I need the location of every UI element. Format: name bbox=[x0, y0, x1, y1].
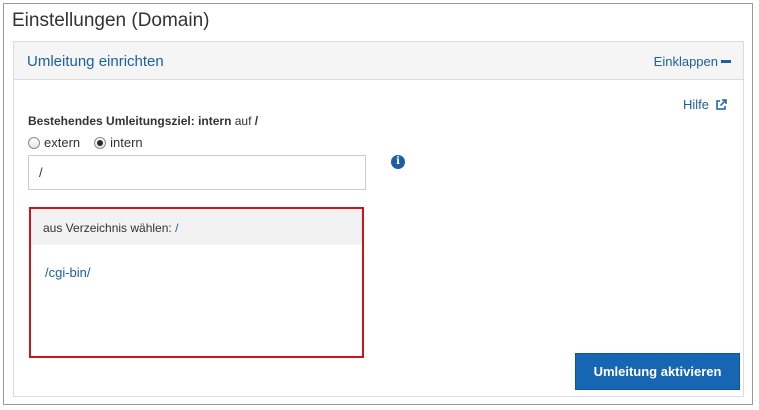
minus-icon bbox=[721, 60, 731, 63]
directory-picker-current-path[interactable]: / bbox=[175, 221, 178, 235]
radio-intern-label: intern bbox=[110, 135, 143, 150]
help-link[interactable]: Hilfe bbox=[683, 97, 727, 112]
existing-target-label: Bestehendes Umleitungsziel: intern auf / bbox=[28, 114, 258, 128]
redirect-path-input[interactable] bbox=[28, 155, 366, 190]
external-link-icon bbox=[716, 98, 727, 110]
existing-target-connector: auf bbox=[234, 114, 252, 128]
radio-extern-circle[interactable] bbox=[28, 136, 40, 149]
info-icon[interactable]: i bbox=[391, 155, 405, 169]
page-title: Einstellungen (Domain) bbox=[12, 10, 210, 31]
help-label: Hilfe bbox=[682, 97, 709, 112]
radio-extern-label: extern bbox=[44, 135, 81, 150]
directory-picker-label: aus Verzeichnis wählen: bbox=[43, 221, 172, 235]
radio-intern-circle[interactable] bbox=[94, 136, 107, 149]
existing-target-path: / bbox=[254, 114, 259, 128]
directory-item-cgi-bin[interactable]: /cgi-bin/ bbox=[45, 265, 91, 280]
panel-header: Umleitung einrichten Einklappen bbox=[14, 42, 743, 80]
panel-title: Umleitung einrichten bbox=[27, 53, 164, 70]
redirect-panel: Umleitung einrichten Einklappen Hilfe Be… bbox=[13, 41, 744, 397]
radio-extern[interactable]: extern bbox=[28, 135, 80, 150]
collapse-link[interactable]: Einklappen bbox=[654, 54, 731, 69]
existing-target-caption: Bestehendes Umleitungsziel: bbox=[28, 114, 195, 128]
radio-intern[interactable]: intern bbox=[94, 135, 143, 150]
existing-target-type: intern bbox=[198, 114, 232, 128]
directory-picker: aus Verzeichnis wählen: / /cgi-bin/ bbox=[29, 207, 364, 358]
activate-redirect-button[interactable]: Umleitung aktivieren bbox=[575, 353, 740, 390]
directory-picker-header: aus Verzeichnis wählen: / bbox=[31, 209, 362, 245]
target-type-radio-group: extern intern bbox=[28, 135, 157, 150]
collapse-label: Einklappen bbox=[653, 54, 718, 69]
settings-window: Einstellungen (Domain) Umleitung einrich… bbox=[3, 3, 753, 405]
